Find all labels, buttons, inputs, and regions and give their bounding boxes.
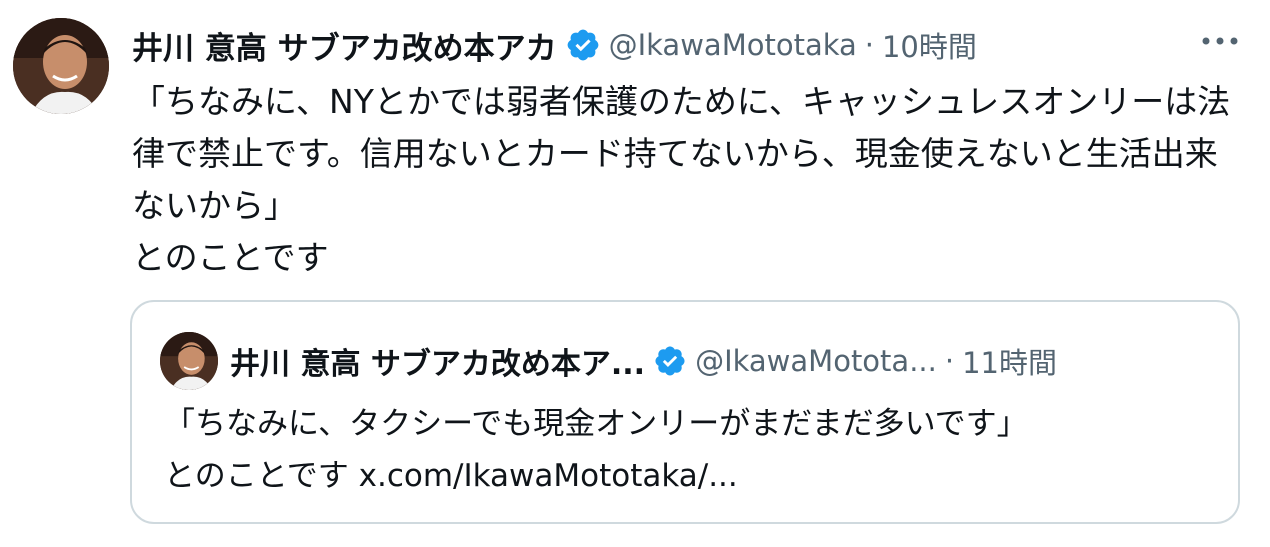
avatar-image <box>13 18 109 114</box>
quoted-tweet-timestamp: 11時間 <box>962 346 1057 380</box>
quoted-author-handle: @IkawaMototа... <box>695 344 937 378</box>
quoted-tweet-text: 「ちなみに、タクシーでも現金オンリーがまだまだ多いです」 とのことです x.co… <box>164 398 1214 502</box>
tweet-header: 井川 意高 サブアカ改め本アカ @IkawaMototaka · 10時間 <box>132 22 977 68</box>
quoted-author-avatar <box>160 332 218 390</box>
author-handle[interactable]: @IkawaMototaka <box>609 28 857 62</box>
verified-badge-icon <box>565 27 601 63</box>
author-display-name[interactable]: 井川 意高 サブアカ改め本アカ <box>132 23 557 68</box>
author-avatar[interactable] <box>13 18 109 114</box>
header-separator: · <box>864 28 874 62</box>
quoted-avatar-image <box>160 332 218 390</box>
quoted-header-separator: · <box>944 344 955 378</box>
quoted-author-display-name: 井川 意高 サブアカ改め本ア... <box>230 347 646 382</box>
more-options-icon <box>1202 37 1238 45</box>
tweet-text: 「ちなみに、NYとかでは弱者保護のために、キャッシュレスオンリーは法律で禁止です… <box>132 82 1231 277</box>
more-options-button[interactable] <box>1198 26 1242 56</box>
quoted-tweet-header: 井川 意高 サブアカ改め本ア... @IkawaMototа... · 11時間 <box>230 338 1057 384</box>
tweet-timestamp[interactable]: 10時間 <box>882 24 977 66</box>
verified-badge-icon <box>653 344 687 378</box>
quoted-tweet-link[interactable]: x.com/IkawaMototaka/... <box>359 458 738 494</box>
quoted-tweet-card[interactable]: 井川 意高 サブアカ改め本ア... @IkawaMototа... · 11時間… <box>130 300 1240 524</box>
